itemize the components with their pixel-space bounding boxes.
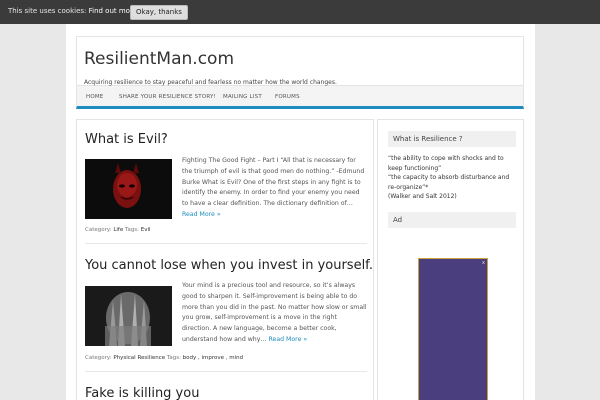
resilience-definition-1: “the ability to cope with shocks and to … xyxy=(388,155,504,172)
widget-title-ad: Ad xyxy=(388,212,516,228)
nav-item-mailing-list[interactable]: MAILING LIST xyxy=(223,94,262,100)
ad-banner[interactable]: x xyxy=(418,258,488,400)
site-title[interactable]: ResilientMan.com xyxy=(84,49,234,69)
widget-title-resilience: What is Resilience ? xyxy=(388,131,516,147)
post-meta: Category: Physical Resilience Tags: body… xyxy=(85,355,243,361)
post-excerpt: Fighting The Good Fight – Part I “All th… xyxy=(182,156,367,221)
resilience-citation: (Walker and Salt 2012) xyxy=(388,193,457,200)
page-container: ResilientMan.com Acquiring resilience to… xyxy=(66,24,535,400)
post-excerpt-text: Your mind is a precious tool and resourc… xyxy=(182,282,367,343)
tag-link[interactable]: body , improve , mind xyxy=(183,355,243,361)
cookie-text: This site uses cookies: xyxy=(8,7,89,15)
post-excerpt-text: Fighting The Good Fight – Part I “All th… xyxy=(182,157,365,208)
sidebar: What is Resilience ? “the ability to cop… xyxy=(377,119,524,400)
post-title[interactable]: You cannot lose when you invest in yours… xyxy=(85,258,373,273)
read-more-link[interactable]: Read More » xyxy=(269,336,308,343)
post-divider xyxy=(85,243,367,244)
red-mask-image xyxy=(85,159,172,219)
category-label: Category: xyxy=(85,355,112,361)
tags-label: Tags: xyxy=(166,355,181,361)
nav-item-home[interactable]: HOME xyxy=(86,94,104,100)
hands-face-image xyxy=(85,286,172,346)
post-thumbnail-mask[interactable] xyxy=(85,159,172,219)
post-title[interactable]: What is Evil? xyxy=(85,132,168,147)
nav-item-share-story[interactable]: SHARE YOUR RESILIENCE STORY! xyxy=(119,94,216,100)
site-tagline: Acquiring resilience to stay peaceful an… xyxy=(84,79,337,86)
post-excerpt: Your mind is a precious tool and resourc… xyxy=(182,281,367,346)
read-more-link[interactable]: Read More » xyxy=(182,211,221,218)
category-label: Category: xyxy=(85,227,112,233)
tag-link[interactable]: Evil xyxy=(141,227,151,233)
post-divider xyxy=(85,371,367,372)
nav-item-forums[interactable]: FORUMS xyxy=(275,94,300,100)
tags-label: Tags: xyxy=(125,227,140,233)
resilience-definition-2: “the capacity to absorb disturbance and … xyxy=(388,174,510,191)
site-header: ResilientMan.com Acquiring resilience to… xyxy=(76,36,524,86)
main-nav: HOME SHARE YOUR RESILIENCE STORY! MAILIN… xyxy=(76,86,524,109)
cookie-message: This site uses cookies: Find out more. xyxy=(8,7,139,15)
main-content: What is Evil? Fighting The Good Fight – … xyxy=(76,119,374,400)
category-link[interactable]: Physical Resilience xyxy=(113,355,165,361)
cookie-bar: This site uses cookies: Find out more. O… xyxy=(0,0,600,24)
category-link[interactable]: Life xyxy=(113,227,123,233)
post-thumbnail-hands[interactable] xyxy=(85,286,172,346)
cookie-accept-button[interactable]: Okay, thanks xyxy=(130,5,188,20)
post-title[interactable]: Fake is killing you xyxy=(85,386,199,400)
ad-close-icon[interactable]: x xyxy=(482,260,485,266)
post-meta: Category: Life Tags: Evil xyxy=(85,227,151,233)
